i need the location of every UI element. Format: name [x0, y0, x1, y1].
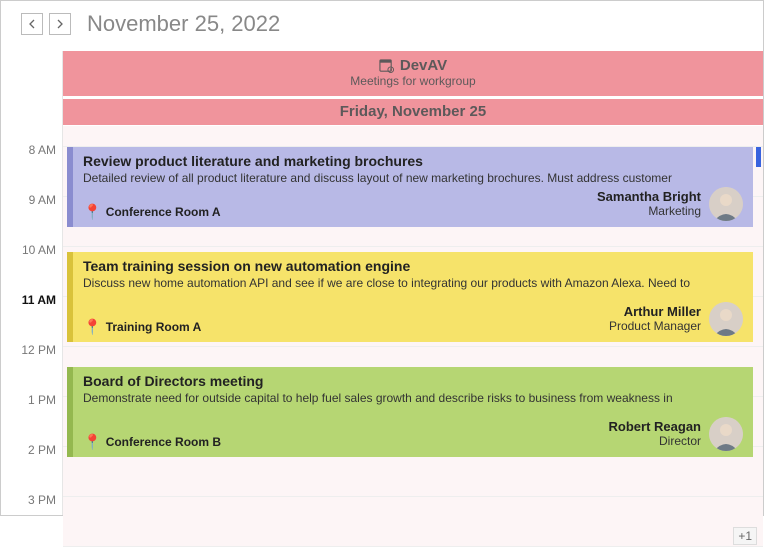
appointment-description: Detailed review of all product literatur…	[83, 171, 743, 187]
more-appointments-badge[interactable]: +1	[733, 527, 757, 545]
location-pin-icon: 📍	[83, 203, 102, 221]
appointment-owner: Robert ReaganDirector	[609, 417, 743, 451]
time-ruler: 8 AM 9 AM 10 AM 11 AM 12 PM 1 PM 2 PM 3 PM	[1, 51, 63, 515]
location-text: Training Room A	[106, 320, 202, 334]
avatar	[709, 302, 743, 336]
appointment-title: Team training session on new automation …	[83, 258, 743, 274]
time-slot[interactable]	[63, 497, 763, 547]
location-text: Conference Room B	[106, 435, 221, 449]
time-label: 1 PM	[28, 393, 56, 407]
owner-role: Product Manager	[609, 320, 701, 334]
appointment-title: Review product literature and marketing …	[83, 153, 743, 169]
avatar	[709, 417, 743, 451]
appointment-location: 📍 Conference Room B	[83, 433, 221, 451]
time-label: 8 AM	[29, 143, 56, 157]
time-label: 10 AM	[22, 243, 56, 257]
location-pin-icon: 📍	[83, 318, 102, 336]
appointment[interactable]: Team training session on new automation …	[67, 252, 753, 342]
avatar	[709, 187, 743, 221]
now-indicator	[756, 147, 761, 167]
owner-role: Marketing	[597, 205, 701, 219]
resource-header: DevAV Meetings for workgroup	[63, 51, 763, 99]
appointment-description: Demonstrate need for outside capital to …	[83, 391, 743, 407]
owner-name: Arthur Miller	[609, 305, 701, 320]
appointment-owner: Samantha BrightMarketing	[597, 187, 743, 221]
page-title: November 25, 2022	[87, 11, 280, 37]
appointment-description: Discuss new home automation API and see …	[83, 276, 743, 292]
toolbar: November 25, 2022	[1, 1, 763, 43]
prev-button[interactable]	[21, 13, 43, 35]
owner-name: Robert Reagan	[609, 420, 701, 435]
appointment-owner: Arthur MillerProduct Manager	[609, 302, 743, 336]
time-label: 12 PM	[21, 343, 56, 357]
chevron-right-icon	[56, 19, 64, 29]
calendar-icon	[379, 58, 394, 73]
appointment[interactable]: Board of Directors meeting Demonstrate ne…	[67, 367, 753, 457]
all-day-row[interactable]	[63, 125, 763, 147]
location-text: Conference Room A	[106, 205, 221, 219]
appointment-location: 📍 Training Room A	[83, 318, 201, 336]
next-button[interactable]	[49, 13, 71, 35]
appointment-location: 📍 Conference Room A	[83, 203, 221, 221]
resource-name: DevAV	[400, 57, 447, 74]
time-label: 2 PM	[28, 443, 56, 457]
schedule-grid[interactable]: Review product literature and marketing …	[63, 147, 763, 547]
day-header[interactable]: Friday, November 25	[63, 99, 763, 125]
time-label: 11 AM	[22, 293, 56, 307]
resource-subtitle: Meetings for workgroup	[63, 74, 763, 88]
owner-name: Samantha Bright	[597, 190, 701, 205]
time-label: 9 AM	[29, 193, 56, 207]
location-pin-icon: 📍	[83, 433, 102, 451]
owner-role: Director	[609, 435, 701, 449]
appointment[interactable]: Review product literature and marketing …	[67, 147, 753, 227]
chevron-left-icon	[28, 19, 36, 29]
time-label: 3 PM	[28, 493, 56, 507]
appointment-title: Board of Directors meeting	[83, 373, 743, 389]
